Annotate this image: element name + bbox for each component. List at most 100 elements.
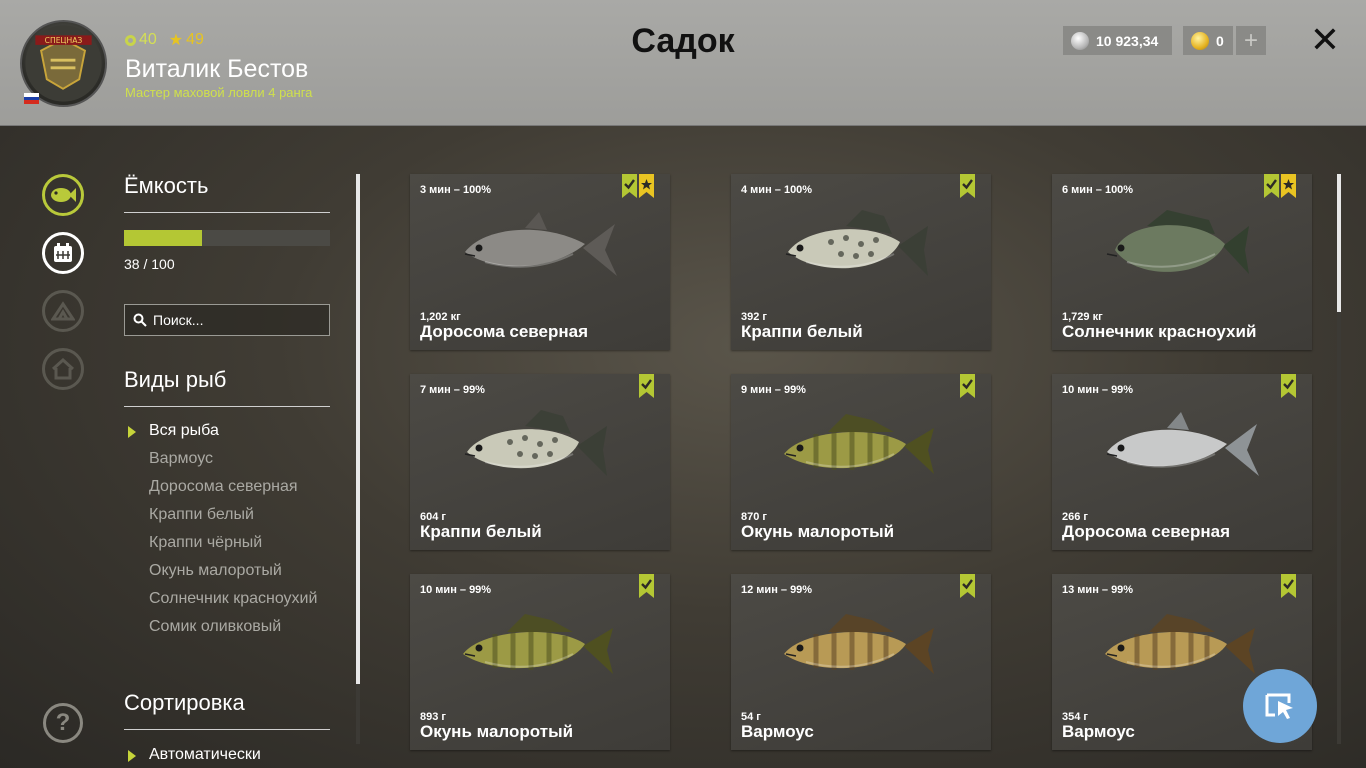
species-item[interactable]: Вармоус	[128, 450, 328, 468]
rank-value: 49	[186, 31, 204, 48]
fish-icon	[51, 188, 76, 202]
fish-name: Вармоус	[1062, 722, 1135, 741]
search-field[interactable]	[124, 304, 330, 336]
capacity-bar	[124, 230, 330, 246]
fish-card[interactable]: 10 мин – 99% 893 г Окунь малоротый	[410, 574, 670, 750]
species-item[interactable]: Сомик оливковый	[128, 618, 328, 636]
check-badge-icon	[639, 574, 654, 598]
species-item[interactable]: Краппи чёрный	[128, 534, 328, 552]
fish-time-condition: 13 мин – 99%	[1062, 584, 1134, 596]
check-badge-icon	[960, 574, 975, 598]
fish-image	[784, 614, 934, 674]
silver-coins-icon	[1071, 31, 1089, 50]
species-item[interactable]: Краппи белый	[128, 506, 328, 524]
species-item[interactable]: Окунь малоротый	[128, 562, 328, 580]
fish-time-condition: 12 мин – 99%	[741, 584, 813, 596]
fish-image	[464, 410, 607, 476]
species-list: Вся рыба Вармоус Доросома северная Краппи б…	[128, 422, 328, 646]
fish-time-condition: 3 мин – 100%	[420, 184, 492, 196]
fish-image	[464, 212, 617, 276]
capacity-divider	[124, 212, 330, 213]
check-badge-icon	[622, 174, 637, 198]
species-item[interactable]: Доросома северная	[128, 478, 328, 496]
fish-badges	[639, 374, 654, 398]
fish-name: Доросома северная	[1062, 522, 1231, 541]
level-ring-icon	[125, 34, 136, 46]
grid-scrollbar-thumb[interactable]	[1337, 174, 1341, 312]
grid-scrollbar[interactable]	[1337, 174, 1341, 744]
tent-nav[interactable]	[42, 290, 84, 332]
species-item[interactable]: Вся рыба	[128, 422, 328, 440]
fish-badges	[960, 574, 975, 598]
cursor-select-icon	[1265, 693, 1293, 719]
fish-name: Краппи белый	[741, 322, 863, 341]
fish-name: Доросома северная	[420, 322, 589, 341]
fish-image	[463, 614, 613, 674]
fish-name: Окунь малоротый	[741, 522, 895, 541]
cage-icon	[54, 243, 72, 262]
fish-card[interactable]: 4 мин – 100% 392 г Краппи белый	[731, 174, 991, 350]
avatar-emblem-text: СПЕЦНАЗ	[45, 36, 83, 45]
fish-card[interactable]: 3 мин – 100% 1,202 кг Доросома северная	[410, 174, 670, 350]
cage-nav[interactable]	[42, 232, 84, 274]
left-scrollbar[interactable]	[356, 174, 360, 744]
fish-name: Окунь малоротый	[420, 722, 574, 741]
check-badge-icon	[1264, 174, 1279, 198]
player-name: Виталик Бестов	[125, 55, 309, 83]
fish-card[interactable]: 7 мин – 99% 604 г Краппи белый	[410, 374, 670, 550]
player-stats: 40 ★ 49	[125, 30, 204, 50]
search-icon	[133, 313, 147, 327]
tent-icon	[51, 301, 75, 321]
capacity-bar-fill	[124, 230, 203, 246]
cursor-mode-button[interactable]	[1243, 669, 1317, 743]
search-input[interactable]	[153, 312, 323, 328]
fish-name: Солнечник красноухий	[1062, 322, 1257, 341]
fish-card[interactable]: 10 мин – 99% 266 г Доросома северная	[1052, 374, 1312, 550]
fish-image	[1106, 210, 1249, 274]
fish-card[interactable]: 12 мин – 99% 54 г Вармоус	[731, 574, 991, 750]
level-value: 40	[139, 31, 157, 48]
trophy-star-badge-icon	[1281, 174, 1296, 198]
keepnet-fish-nav[interactable]	[42, 174, 84, 216]
species-divider	[124, 406, 330, 407]
fish-image	[784, 414, 934, 474]
species-title: Виды рыб	[124, 367, 227, 392]
left-scrollbar-thumb[interactable]	[356, 174, 360, 684]
fish-time-condition: 4 мин – 100%	[741, 184, 813, 196]
check-badge-icon	[960, 374, 975, 398]
level-indicator: 40	[125, 30, 157, 50]
check-badge-icon	[1281, 374, 1296, 398]
fish-badges	[960, 174, 975, 198]
star-icon: ★	[168, 32, 184, 49]
rank-indicator: ★ 49	[169, 30, 204, 50]
fish-card[interactable]: 6 мин – 100% 1,729 кг Солнечник красноухий	[1052, 174, 1312, 350]
fish-grid: 3 мин – 100% 1,202 кг Доросома северная 4 м…	[410, 174, 1312, 750]
russia-flag-icon	[24, 93, 39, 104]
silver-amount: 10 923,34	[1096, 32, 1159, 49]
fish-name: Краппи белый	[420, 522, 542, 541]
check-badge-icon	[639, 374, 654, 398]
close-button[interactable]: ✕	[1310, 19, 1340, 60]
check-badge-icon	[960, 174, 975, 198]
player-title: Мастер маховой ловли 4 ранга	[125, 85, 313, 100]
fish-badges	[622, 174, 654, 198]
gold-balance[interactable]: 0	[1183, 26, 1233, 55]
fish-time-condition: 9 мин – 99%	[741, 384, 806, 396]
fish-badges	[639, 574, 654, 598]
sort-title: Сортировка	[124, 690, 245, 715]
buy-gold-button[interactable]: +	[1236, 26, 1266, 55]
silver-balance[interactable]: 10 923,34	[1063, 26, 1172, 55]
home-nav[interactable]	[42, 348, 84, 390]
fish-card[interactable]: 9 мин – 99% 870 г Окунь малоротый	[731, 374, 991, 550]
fish-time-condition: 6 мин – 100%	[1062, 184, 1134, 196]
fish-badges	[960, 374, 975, 398]
fish-image	[1106, 412, 1259, 476]
check-badge-icon	[1281, 574, 1296, 598]
help-button[interactable]: ?	[43, 703, 83, 743]
gold-amount: 0	[1216, 32, 1224, 49]
sort-divider	[124, 729, 330, 730]
species-item[interactable]: Солнечник красноухий	[128, 590, 328, 608]
fish-time-condition: 7 мин – 99%	[420, 384, 485, 396]
sort-option[interactable]: Автоматически	[128, 746, 261, 764]
fish-badges	[1281, 374, 1296, 398]
